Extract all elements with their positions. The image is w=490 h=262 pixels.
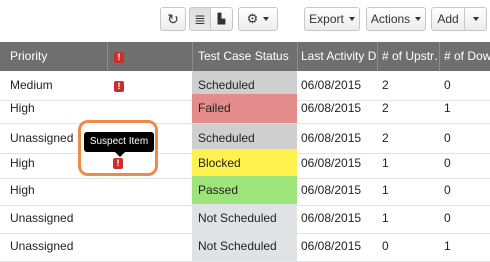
upstream-cell: 0 [382, 239, 389, 253]
table-header: Priority ! Test Case Status Last Activit… [0, 42, 490, 71]
column-divider[interactable] [107, 42, 108, 71]
add-button-group: Add [431, 7, 487, 31]
document-view-icon: ▙ [217, 13, 226, 25]
table-row[interactable]: Unassigned Not Scheduled 06/08/2015 1 0 [0, 204, 490, 234]
actions-label: Actions [370, 12, 411, 26]
column-upstream-count[interactable]: # of Upstr… [382, 42, 437, 71]
suspect-item-tooltip: Suspect Item [84, 132, 154, 157]
upstream-cell: 1 [382, 156, 389, 170]
upstream-cell: 1 [382, 183, 389, 197]
priority-cell: High [10, 183, 35, 197]
status-cell: Not Scheduled [198, 211, 277, 225]
suspect-alert-icon[interactable]: ! [114, 81, 124, 92]
document-view-button[interactable]: ▙ [211, 7, 233, 31]
add-button[interactable]: Add [431, 7, 465, 31]
table-row[interactable]: High Passed 06/08/2015 1 0 [0, 176, 490, 206]
status-cell: Blocked [198, 156, 241, 170]
status-cell: Not Scheduled [198, 239, 277, 253]
last-activity-cell: 06/08/2015 [301, 183, 362, 197]
column-divider[interactable] [439, 42, 440, 71]
downstream-cell: 0 [444, 183, 451, 197]
suspect-alert-icon: ! [114, 52, 124, 63]
column-divider[interactable] [192, 42, 193, 71]
list-view-button[interactable]: ≣ [189, 7, 211, 31]
chevron-down-icon [263, 17, 270, 21]
add-label: Add [437, 12, 459, 26]
downstream-cell: 1 [444, 101, 451, 115]
priority-cell: High [10, 156, 35, 170]
table-row[interactable]: Unassigned Not Scheduled 06/08/2015 0 1 [0, 232, 490, 262]
toolbar: ↻ ≣ ▙ ⚙ Export Actions Add [0, 0, 490, 42]
priority-cell: High [10, 101, 35, 115]
add-dropdown-button[interactable] [465, 7, 487, 31]
export-button[interactable]: Export [304, 7, 360, 31]
list-view-icon: ≣ [194, 10, 206, 27]
column-divider[interactable] [377, 42, 378, 71]
downstream-cell: 0 [444, 156, 451, 170]
upstream-cell: 1 [382, 211, 389, 225]
table-row[interactable]: High Failed 06/08/2015 2 1 [0, 94, 490, 124]
last-activity-cell: 06/08/2015 [301, 211, 362, 225]
status-cell: Passed [198, 183, 239, 197]
chevron-down-icon [415, 17, 422, 21]
priority-cell: Unassigned [10, 211, 74, 225]
downstream-cell: 1 [444, 239, 451, 253]
last-activity-cell: 06/08/2015 [301, 156, 362, 170]
column-last-activity-date[interactable]: Last Activity Date [301, 42, 377, 71]
upstream-cell: 2 [382, 101, 389, 115]
actions-button[interactable]: Actions [366, 7, 426, 31]
status-cell: Failed [198, 101, 231, 115]
column-suspect[interactable]: ! [114, 42, 134, 71]
last-activity-cell: 06/08/2015 [301, 239, 362, 253]
downstream-cell: 0 [444, 211, 451, 225]
column-test-case-status[interactable]: Test Case Status [198, 42, 294, 71]
suspect-alert-icon[interactable]: ! [113, 158, 123, 169]
export-label: Export [309, 12, 344, 26]
column-divider[interactable] [297, 42, 298, 71]
chevron-down-icon [348, 17, 355, 21]
last-activity-cell: 06/08/2015 [301, 101, 362, 115]
view-toggle-group: ≣ ▙ [189, 7, 233, 31]
refresh-button[interactable]: ↻ [160, 7, 186, 31]
refresh-icon: ↻ [167, 10, 179, 27]
table-row[interactable]: High Blocked 06/08/2015 1 0 [0, 149, 490, 179]
priority-cell: Unassigned [10, 239, 74, 253]
column-downstream-count[interactable]: # of Down… [444, 42, 490, 71]
gear-icon: ⚙ [246, 11, 259, 26]
settings-dropdown-button[interactable]: ⚙ [238, 7, 278, 31]
column-priority[interactable]: Priority [10, 42, 105, 71]
chevron-down-icon [472, 17, 479, 21]
